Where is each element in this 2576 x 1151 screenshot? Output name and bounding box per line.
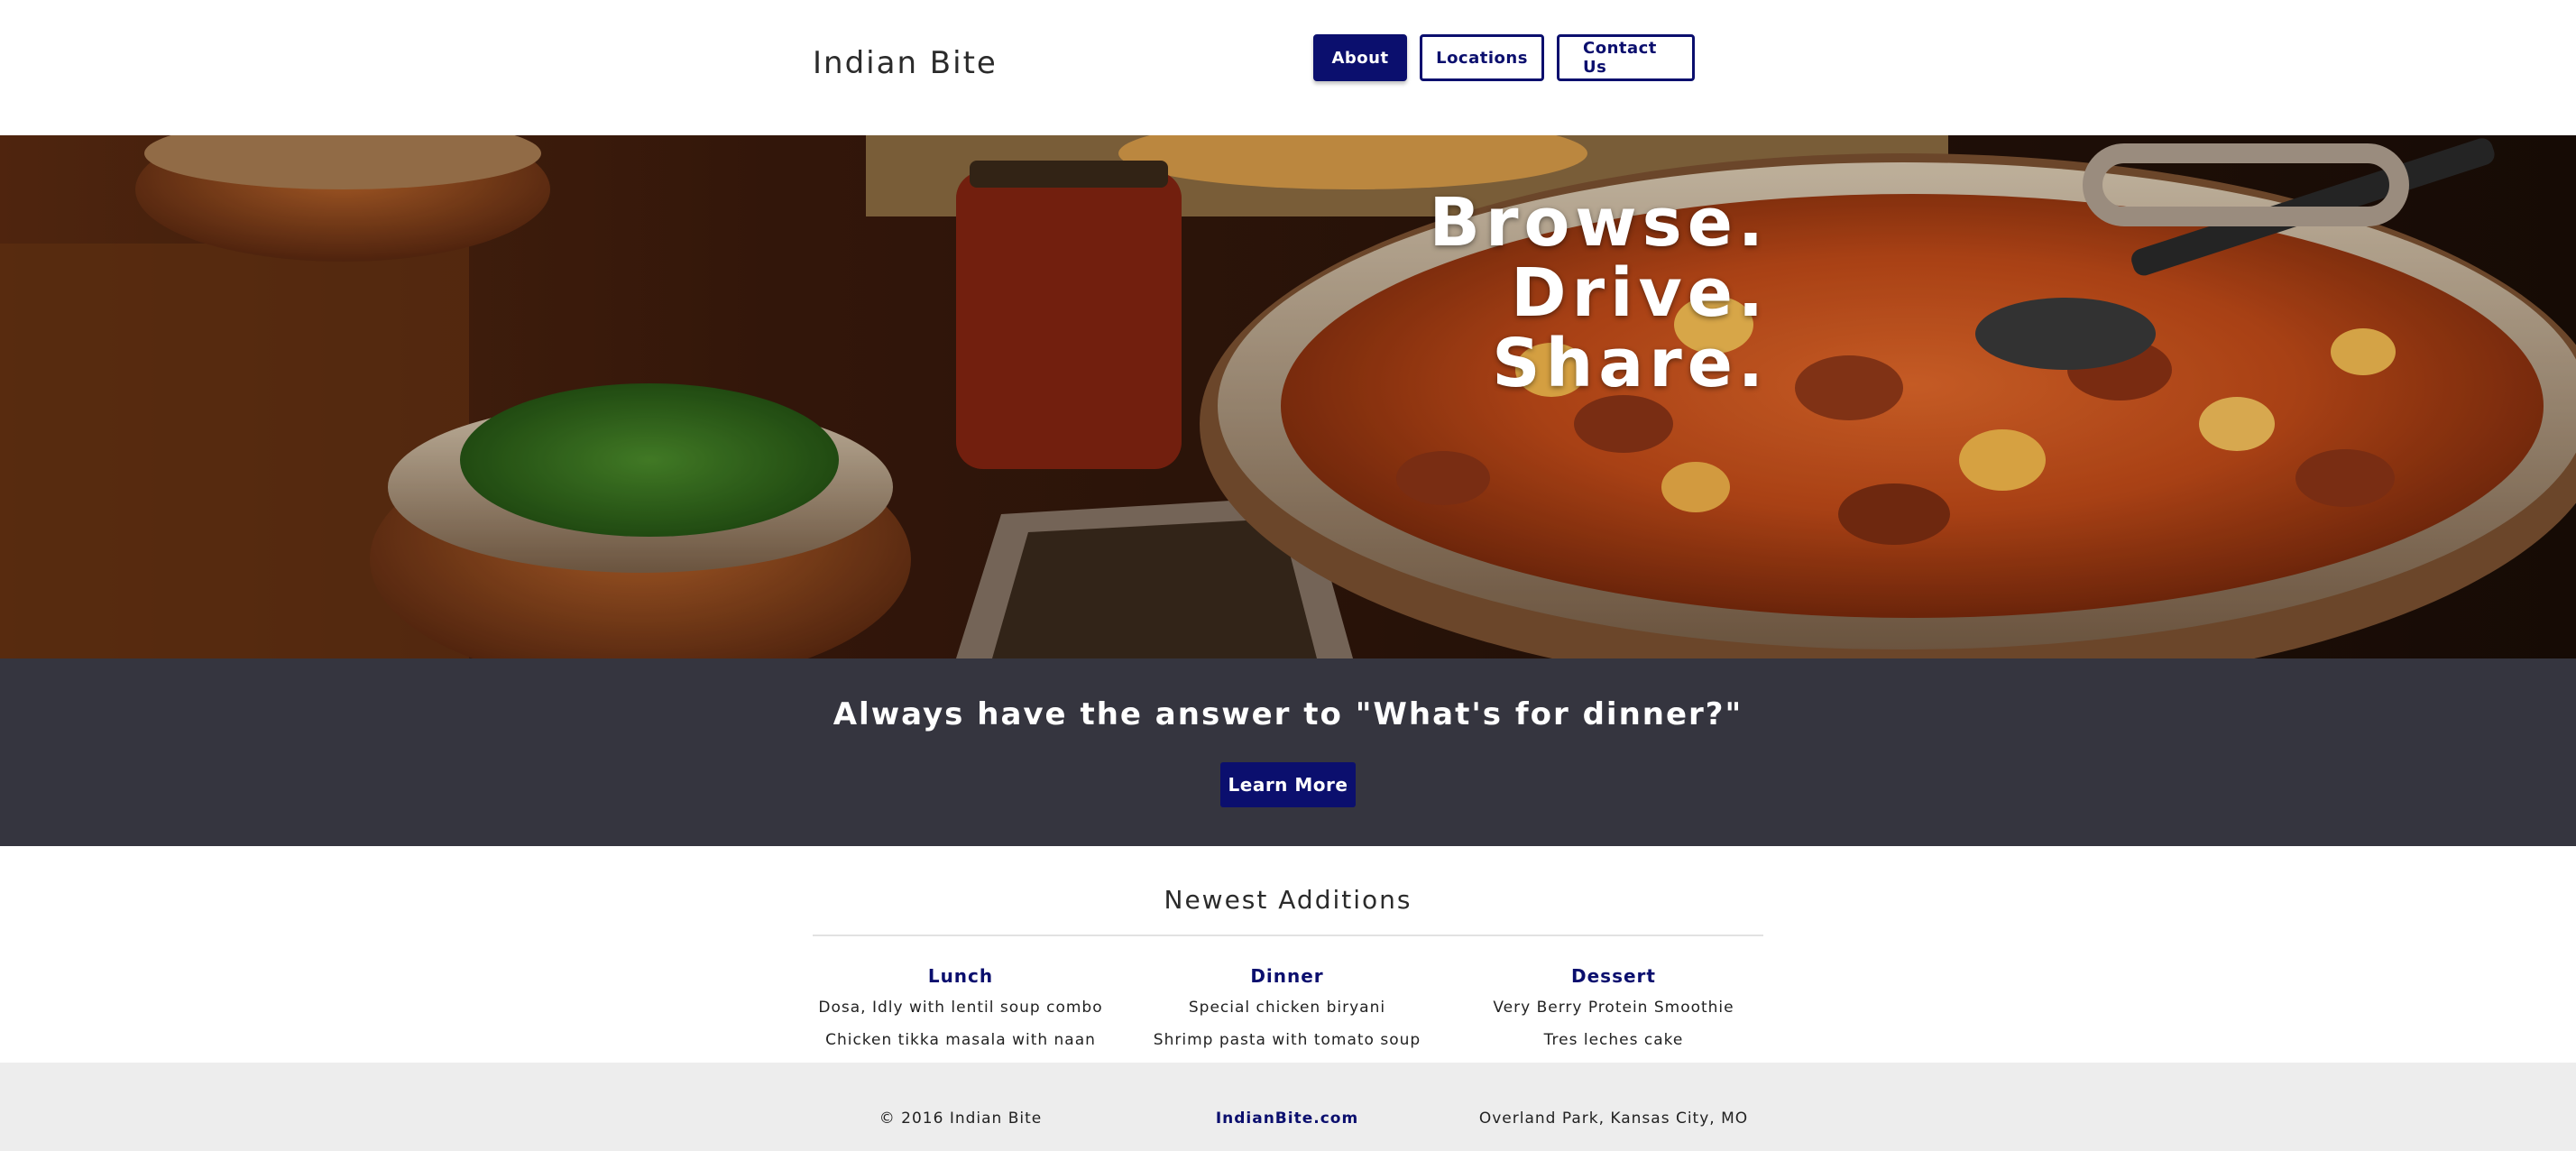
newest-additions-title: Newest Additions <box>1164 885 1412 915</box>
footer-copyright: © 2016 Indian Bite <box>879 1110 1043 1128</box>
list-item: Tres leches cake <box>1543 1031 1684 1049</box>
site-header: Indian Bite About Locations Contact Us <box>0 0 2576 135</box>
dessert-heading[interactable]: Dessert <box>1450 965 1777 998</box>
site-brand[interactable]: Indian Bite <box>813 45 998 81</box>
hero-line-drive: Drive. <box>1511 254 1769 332</box>
nav-contact-button[interactable]: Contact Us <box>1557 34 1695 81</box>
nav-about-button[interactable]: About <box>1313 34 1407 81</box>
hero-headline: Browse. Drive. Share. <box>1430 188 1769 399</box>
site-footer: © 2016 Indian Bite IndianBite.com Overla… <box>0 1063 2576 1151</box>
lunch-column: Lunch Dosa, Idly with lentil soup combo … <box>797 965 1124 1063</box>
list-item: Shrimp pasta with tomato soup <box>1153 1031 1421 1049</box>
dinner-heading[interactable]: Dinner <box>1124 965 1450 998</box>
tagline-title: Always have the answer to "What's for di… <box>833 696 1743 732</box>
hero-line-share: Share. <box>1492 325 1769 402</box>
hero-banner: Browse. Drive. Share. <box>0 135 2576 658</box>
list-item: Very Berry Protein Smoothie <box>1493 999 1734 1017</box>
footer-site-link[interactable]: IndianBite.com <box>1124 1110 1450 1128</box>
list-item: Chicken tikka masala with naan <box>825 1031 1096 1049</box>
dessert-column: Dessert Very Berry Protein Smoothie Tres… <box>1450 965 1777 1063</box>
learn-more-button[interactable]: Learn More <box>1220 762 1356 807</box>
tagline-band: Always have the answer to "What's for di… <box>0 658 2576 846</box>
nav-locations-button[interactable]: Locations <box>1420 34 1544 81</box>
list-item: Special chicken biryani <box>1188 999 1386 1017</box>
dinner-column: Dinner Special chicken biryani Shrimp pa… <box>1124 965 1450 1063</box>
footer-location: Overland Park, Kansas City, MO <box>1478 1110 1749 1128</box>
section-divider <box>813 935 1763 936</box>
lunch-heading[interactable]: Lunch <box>797 965 1124 998</box>
hero-food-image <box>0 135 2576 658</box>
main-nav: About Locations Contact Us <box>1313 34 1695 81</box>
list-item: Dosa, Idly with lentil soup combo <box>818 999 1103 1017</box>
hero-line-browse: Browse. <box>1429 184 1769 262</box>
